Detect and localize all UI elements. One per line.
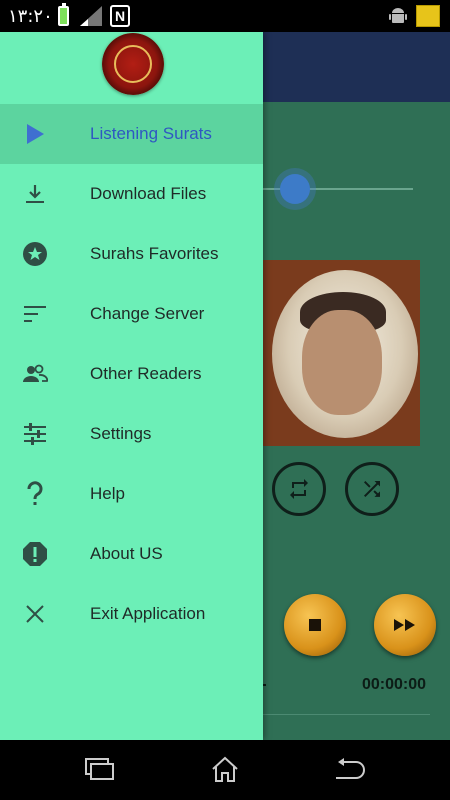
close-icon bbox=[20, 599, 50, 629]
menu-item-about-us[interactable]: About US bbox=[0, 524, 263, 584]
menu-item-exit-application[interactable]: Exit Application bbox=[0, 584, 263, 644]
menu-item-listening-surats[interactable]: Listening Surats bbox=[0, 104, 263, 164]
stop-button[interactable] bbox=[284, 594, 346, 656]
menu-item-label: Download Files bbox=[90, 184, 207, 203]
system-navigation-bar bbox=[0, 740, 450, 800]
download-icon bbox=[20, 179, 50, 209]
menu-item-label: Other Readers bbox=[90, 364, 202, 383]
shuffle-icon bbox=[364, 481, 380, 497]
status-bar: ١٣:٢٠ N bbox=[0, 0, 450, 32]
elapsed-time: 00:00:00 bbox=[362, 676, 427, 693]
android-debug-icon bbox=[389, 8, 407, 23]
menu-item-change-server[interactable]: Change Server bbox=[0, 284, 263, 344]
menu-item-download-files[interactable]: Download Files bbox=[0, 164, 263, 224]
status-time: ١٣:٢٠ bbox=[8, 6, 53, 27]
back-icon bbox=[336, 758, 365, 779]
repeat-button[interactable] bbox=[272, 462, 326, 516]
recent-apps-button[interactable] bbox=[83, 754, 117, 784]
people-icon bbox=[20, 359, 50, 389]
recent-apps-icon bbox=[85, 758, 114, 780]
fast-forward-button[interactable] bbox=[374, 594, 436, 656]
reader-portrait bbox=[262, 260, 420, 446]
home-icon bbox=[212, 756, 238, 782]
drawer-menu: Listening Surats Download Files Surahs F… bbox=[0, 104, 263, 644]
menu-item-help[interactable]: Help bbox=[0, 464, 263, 524]
menu-item-label: About US bbox=[90, 544, 163, 563]
play-icon bbox=[20, 119, 50, 149]
fast-forward-icon bbox=[394, 619, 415, 631]
divider bbox=[262, 714, 430, 715]
menu-item-label: Exit Application bbox=[90, 604, 206, 623]
sort-lines-icon bbox=[20, 299, 50, 329]
back-button[interactable] bbox=[333, 754, 367, 784]
menu-item-label: Change Server bbox=[90, 304, 205, 323]
nfc-icon: N bbox=[110, 5, 130, 27]
shuffle-button[interactable] bbox=[345, 462, 399, 516]
menu-item-surahs-favorites[interactable]: Surahs Favorites bbox=[0, 224, 263, 284]
battery-charging-icon bbox=[58, 3, 69, 26]
menu-item-label: Surahs Favorites bbox=[90, 244, 219, 263]
navigation-drawer: Listening Surats Download Files Surahs F… bbox=[0, 32, 263, 740]
app-notification-icon bbox=[416, 5, 440, 27]
signal-icon bbox=[80, 6, 102, 26]
home-button[interactable] bbox=[208, 754, 242, 784]
question-icon bbox=[20, 479, 50, 509]
repeat-icon bbox=[290, 479, 308, 499]
menu-item-settings[interactable]: Settings bbox=[0, 404, 263, 464]
menu-item-other-readers[interactable]: Other Readers bbox=[0, 344, 263, 404]
menu-item-label: Listening Surats bbox=[90, 124, 212, 143]
star-icon bbox=[20, 239, 50, 269]
menu-item-label: Help bbox=[90, 484, 125, 503]
sliders-icon bbox=[20, 419, 50, 449]
stop-icon bbox=[309, 619, 321, 631]
info-alert-icon bbox=[20, 539, 50, 569]
quran-logo-icon bbox=[102, 33, 164, 95]
seek-thumb[interactable] bbox=[280, 174, 310, 204]
menu-item-label: Settings bbox=[90, 424, 152, 443]
